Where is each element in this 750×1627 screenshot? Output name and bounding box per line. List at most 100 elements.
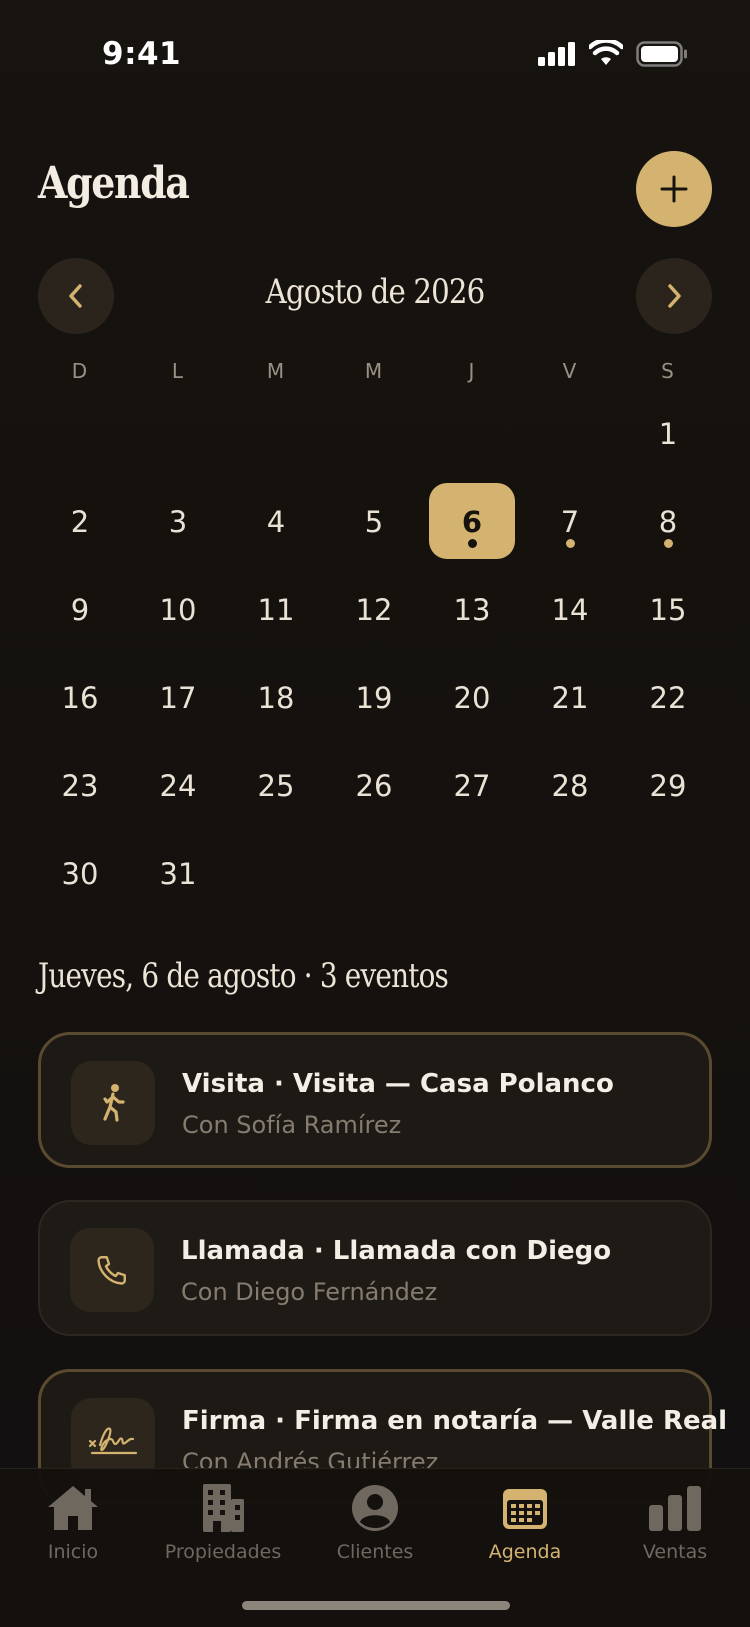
- calendar-day-number: 12: [355, 593, 393, 627]
- calendar-day-number: 1: [658, 417, 678, 451]
- home-indicator: [242, 1601, 510, 1610]
- calendar-day[interactable]: 28: [521, 746, 619, 834]
- page-title: Agenda: [38, 158, 190, 209]
- calendar-day-number: 14: [551, 593, 589, 627]
- calendar-day-number: 5: [364, 505, 384, 539]
- calendar-day[interactable]: 2: [31, 482, 129, 570]
- next-month-button[interactable]: [636, 258, 712, 334]
- calendar-day-number: 28: [551, 769, 589, 803]
- calendar-day[interactable]: 3: [129, 482, 227, 570]
- previous-month-button[interactable]: [38, 258, 114, 334]
- calendar-day[interactable]: 27: [423, 746, 521, 834]
- calendar-day[interactable]: 5: [325, 482, 423, 570]
- tab-label: Inicio: [47, 1541, 99, 1563]
- tab-label: Agenda: [488, 1541, 562, 1563]
- calendar-day[interactable]: 11: [227, 570, 325, 658]
- calendar-day[interactable]: 15: [619, 570, 717, 658]
- calendar-day-selected[interactable]: 6: [423, 482, 521, 570]
- status-time: 9:41: [102, 36, 182, 72]
- calendar-grid: 1 2 3 4 5 6 7 8 9 10 11 12 13 14 15 16 17 18 19 20 21 22 23 24 2…: [31, 394, 717, 922]
- calendar-day[interactable]: 7: [521, 482, 619, 570]
- calendar-day-number: 9: [70, 593, 90, 627]
- calendar-day[interactable]: 1: [619, 394, 717, 482]
- wifi-icon: [589, 40, 623, 65]
- event-card[interactable]: Llamada · Llamada con Diego Con Diego Fe…: [38, 1200, 712, 1336]
- calendar-day-number: 16: [61, 681, 99, 715]
- calendar-day[interactable]: 17: [129, 658, 227, 746]
- weekday-label: S: [661, 359, 675, 383]
- chevron-right-icon: [668, 284, 681, 308]
- building-icon: [203, 1484, 244, 1532]
- tab-inicio[interactable]: Inicio: [0, 1483, 148, 1563]
- weekday-header: D L M M J V S: [31, 359, 717, 383]
- plus-icon: [660, 175, 688, 203]
- calendar-day-number: 6: [461, 505, 483, 539]
- calendar-day-number: 24: [159, 769, 197, 803]
- calendar-day-number: 20: [453, 681, 491, 715]
- event-indicator-dot: [566, 539, 575, 548]
- calendar-day[interactable]: 19: [325, 658, 423, 746]
- selected-date-summary: Jueves, 6 de agosto · 3 eventos: [38, 956, 449, 996]
- weekday-label: J: [468, 359, 476, 383]
- calendar-day[interactable]: 10: [129, 570, 227, 658]
- calendar-empty-cell: [129, 394, 227, 482]
- calendar-day[interactable]: 13: [423, 570, 521, 658]
- event-title: Llamada · Llamada con Diego: [181, 1236, 612, 1266]
- signature-icon: [88, 1427, 138, 1455]
- calendar-day[interactable]: 9: [31, 570, 129, 658]
- calendar-day[interactable]: 26: [325, 746, 423, 834]
- tab-agenda[interactable]: Agenda: [450, 1483, 600, 1563]
- calendar-day[interactable]: 21: [521, 658, 619, 746]
- event-indicator-dot: [664, 539, 673, 548]
- phone-icon: [97, 1256, 126, 1285]
- add-event-button[interactable]: [636, 151, 712, 227]
- calendar-day-number: 22: [649, 681, 687, 715]
- calendar-day-number: 11: [257, 593, 295, 627]
- calendar-day[interactable]: 18: [227, 658, 325, 746]
- calendar-day-number: 19: [355, 681, 393, 715]
- calendar-day-number: 3: [168, 505, 188, 539]
- calendar-day[interactable]: 25: [227, 746, 325, 834]
- calendar-day[interactable]: 8: [619, 482, 717, 570]
- weekday-label: L: [171, 359, 185, 383]
- calendar-day[interactable]: 20: [423, 658, 521, 746]
- tab-label: Propiedades: [164, 1541, 282, 1563]
- calendar-day[interactable]: 29: [619, 746, 717, 834]
- calendar-day-number: 17: [159, 681, 197, 715]
- tab-ventas[interactable]: Ventas: [600, 1483, 750, 1563]
- tab-label: Ventas: [642, 1541, 708, 1563]
- calendar-day-number: 29: [649, 769, 687, 803]
- calendar-empty-cell: [325, 394, 423, 482]
- calendar-day-number: 13: [453, 593, 491, 627]
- battery-icon: [636, 41, 687, 67]
- calendar-day-number: 18: [257, 681, 295, 715]
- calendar-day-number: 15: [649, 593, 687, 627]
- calendar-day[interactable]: 14: [521, 570, 619, 658]
- calendar-day-number: 21: [551, 681, 589, 715]
- tab-clientes[interactable]: Clientes: [300, 1483, 450, 1563]
- weekday-label: M: [364, 359, 384, 383]
- calendar-day[interactable]: 23: [31, 746, 129, 834]
- chevron-left-icon: [69, 284, 82, 308]
- tab-propiedades[interactable]: Propiedades: [148, 1483, 298, 1563]
- calendar-day[interactable]: 16: [31, 658, 129, 746]
- tab-label: Clientes: [336, 1541, 414, 1563]
- calendar-day[interactable]: 24: [129, 746, 227, 834]
- calendar-day[interactable]: 22: [619, 658, 717, 746]
- calendar-day-number: 10: [159, 593, 197, 627]
- event-card[interactable]: Visita · Visita — Casa Polanco Con Sofía…: [38, 1032, 712, 1168]
- calendar-day[interactable]: 31: [129, 834, 227, 922]
- status-bar: 9:41: [0, 0, 750, 112]
- calendar-day[interactable]: 12: [325, 570, 423, 658]
- calendar-empty-cell: [423, 394, 521, 482]
- weekday-label: V: [562, 359, 578, 383]
- event-icon-box: [71, 1061, 155, 1145]
- calendar-day[interactable]: 4: [227, 482, 325, 570]
- weekday-label: D: [71, 359, 89, 383]
- calendar-day[interactable]: 30: [31, 834, 129, 922]
- event-subtitle: Con Sofía Ramírez: [182, 1111, 402, 1139]
- calendar-day-number: 4: [266, 505, 286, 539]
- calendar-day-number: 31: [159, 857, 197, 891]
- calendar-empty-cell: [31, 394, 129, 482]
- user-icon: [352, 1485, 398, 1531]
